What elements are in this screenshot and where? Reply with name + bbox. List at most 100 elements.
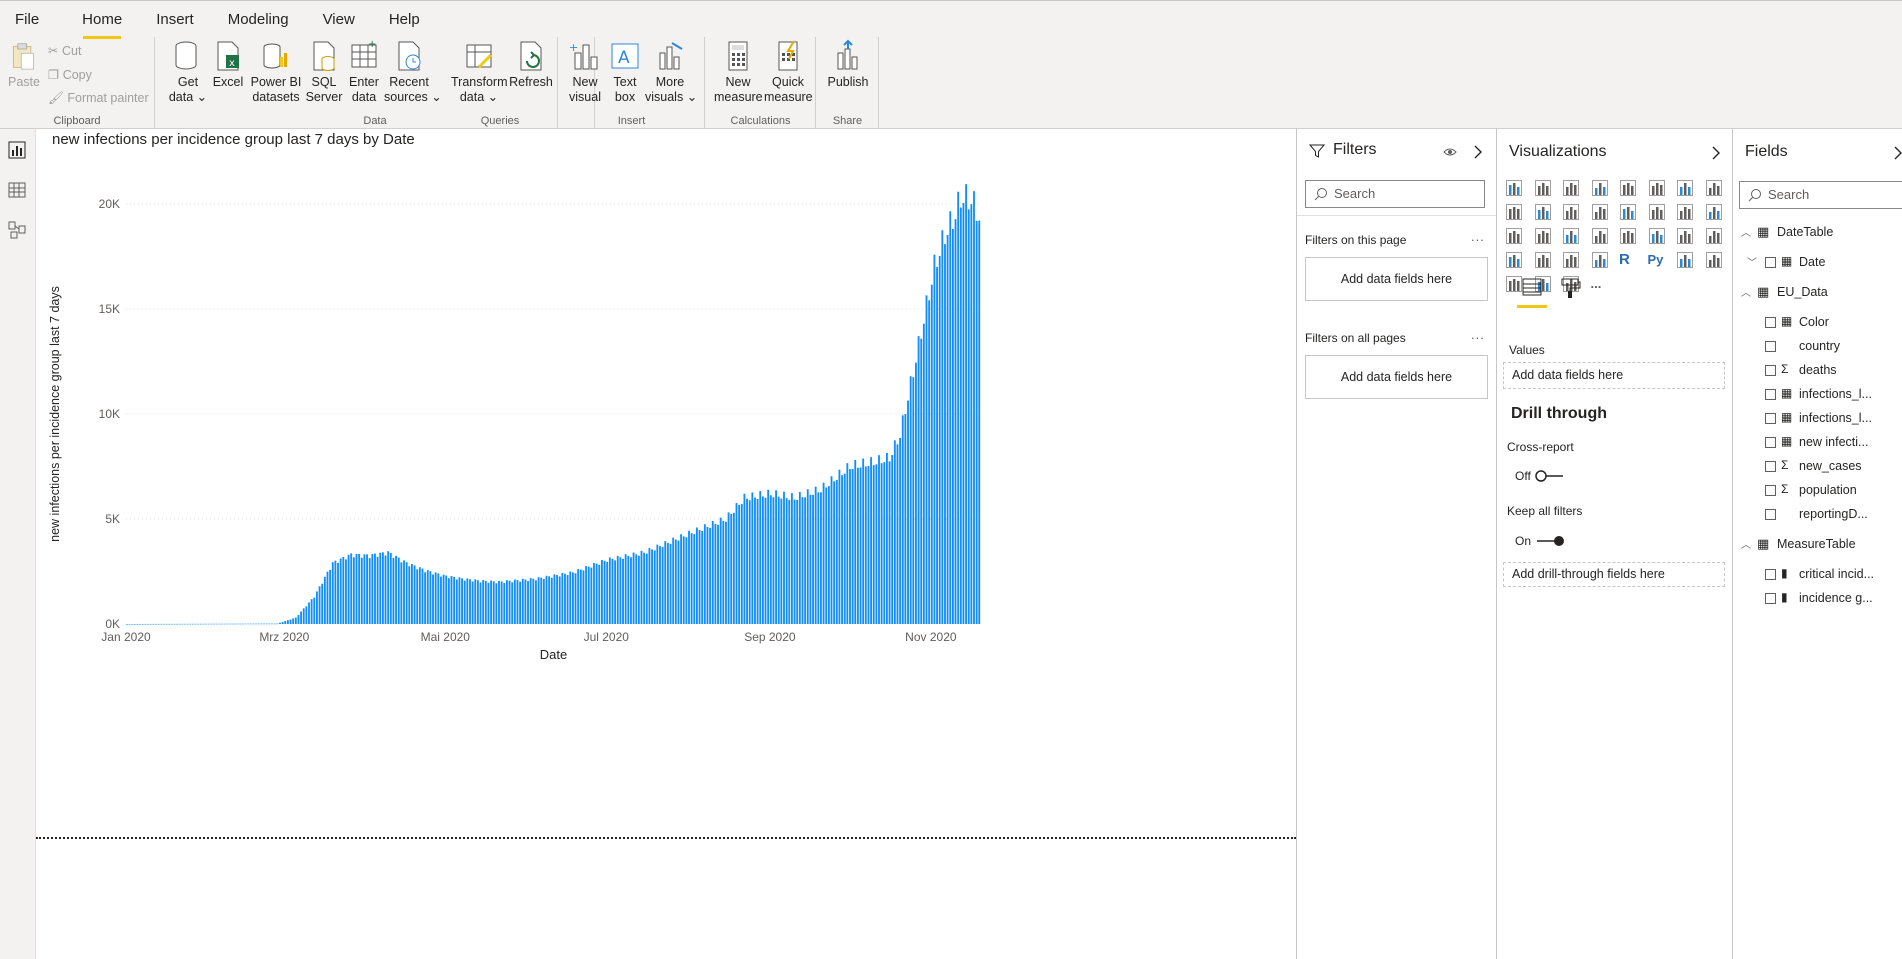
chart-bar[interactable] bbox=[553, 574, 556, 624]
python-visual-visual-icon[interactable]: Py bbox=[1648, 251, 1666, 269]
chart-bar[interactable] bbox=[495, 583, 498, 624]
chart-bar[interactable] bbox=[759, 491, 762, 624]
chart-bar[interactable] bbox=[738, 505, 741, 624]
key-influencers-visual-icon[interactable] bbox=[1676, 251, 1694, 269]
chart-bar[interactable] bbox=[624, 554, 627, 624]
chart-bar[interactable] bbox=[255, 623, 258, 625]
chart-bar[interactable] bbox=[133, 623, 136, 625]
chart-bar[interactable] bbox=[147, 623, 149, 625]
chart-bar[interactable] bbox=[136, 623, 139, 625]
chart-bar[interactable] bbox=[223, 623, 226, 625]
chart-bar[interactable] bbox=[157, 623, 160, 625]
collapse-visualizations-chevron-icon[interactable] bbox=[1711, 146, 1721, 160]
chart-bar[interactable] bbox=[835, 479, 838, 624]
chart-bar[interactable] bbox=[959, 207, 962, 624]
chart-bar[interactable] bbox=[849, 469, 851, 624]
chart-bar[interactable] bbox=[912, 377, 915, 624]
chart-bar[interactable] bbox=[308, 602, 310, 624]
chart-bar[interactable] bbox=[973, 191, 975, 624]
chart-bar[interactable] bbox=[608, 557, 611, 624]
chart-bar[interactable] bbox=[178, 623, 181, 625]
decomposition-tree-visual-icon[interactable] bbox=[1705, 251, 1723, 269]
chart-bar[interactable] bbox=[627, 555, 630, 624]
chart-bar[interactable] bbox=[920, 338, 923, 624]
field-checkbox[interactable] bbox=[1765, 257, 1776, 268]
chart-bar[interactable] bbox=[886, 453, 888, 624]
chart-bar[interactable] bbox=[358, 553, 361, 624]
slicer-visual-icon[interactable] bbox=[1534, 251, 1552, 269]
waterfall-visual-icon[interactable] bbox=[1619, 203, 1637, 221]
report-view-icon[interactable] bbox=[8, 141, 26, 159]
chart-bar[interactable] bbox=[598, 564, 601, 624]
chart-bar[interactable] bbox=[368, 558, 371, 624]
chart-bar[interactable] bbox=[484, 580, 487, 624]
chart-bar[interactable] bbox=[896, 444, 899, 624]
chart-bar[interactable] bbox=[416, 569, 419, 624]
chart-bar[interactable] bbox=[453, 576, 456, 624]
chart-bar[interactable] bbox=[669, 543, 672, 624]
chart-bar[interactable] bbox=[809, 494, 812, 624]
chart-bar[interactable] bbox=[682, 536, 685, 624]
chart-bar[interactable] bbox=[727, 512, 730, 624]
chart-bar[interactable] bbox=[872, 465, 875, 624]
chart-bar[interactable] bbox=[735, 503, 738, 624]
chart-bar[interactable] bbox=[862, 458, 865, 624]
chart-bar[interactable] bbox=[476, 580, 479, 624]
chart-bar[interactable] bbox=[194, 623, 197, 625]
table-visual-icon[interactable] bbox=[1562, 251, 1580, 269]
collapse-table-chevron-icon[interactable]: ︿ bbox=[1741, 536, 1751, 551]
chart-bar[interactable] bbox=[548, 576, 551, 624]
chart-bar[interactable] bbox=[387, 551, 390, 624]
chart-bar[interactable] bbox=[506, 580, 508, 624]
stacked-bar-visual-icon[interactable] bbox=[1505, 179, 1523, 197]
chart-bar[interactable] bbox=[722, 520, 725, 624]
chart-bar[interactable] bbox=[213, 623, 215, 625]
chart-bar[interactable] bbox=[170, 623, 173, 625]
chart-bar[interactable] bbox=[907, 400, 909, 624]
chart-bar[interactable] bbox=[730, 513, 733, 624]
chart-bar[interactable] bbox=[342, 557, 345, 624]
keep-all-filters-toggle[interactable] bbox=[1535, 535, 1565, 547]
line-column-visual-icon[interactable] bbox=[1534, 203, 1552, 221]
chart-bar[interactable] bbox=[516, 580, 519, 624]
filters-this-page-drop-well[interactable]: Add data fields here bbox=[1305, 257, 1488, 301]
chart-bar[interactable] bbox=[717, 524, 719, 624]
chart-bar[interactable] bbox=[796, 499, 799, 624]
chart-bar[interactable] bbox=[302, 608, 305, 624]
chart-bar[interactable] bbox=[376, 556, 379, 624]
chart-bar[interactable] bbox=[405, 562, 408, 624]
chart-bar[interactable] bbox=[696, 527, 698, 624]
chart-bar[interactable] bbox=[843, 473, 846, 624]
chart-bar[interactable] bbox=[191, 623, 194, 625]
chart-bar[interactable] bbox=[360, 557, 363, 624]
chart-bar[interactable] bbox=[688, 530, 690, 624]
chart-bar[interactable] bbox=[426, 570, 429, 624]
chart-bar[interactable] bbox=[614, 560, 617, 624]
chart-bar[interactable] bbox=[864, 466, 867, 625]
donut-visual-icon[interactable] bbox=[1505, 227, 1523, 245]
chart-bar[interactable] bbox=[645, 553, 648, 624]
chart-bar[interactable] bbox=[144, 623, 147, 625]
chart-bar[interactable] bbox=[693, 534, 696, 624]
chart-bar[interactable] bbox=[587, 566, 590, 624]
chart-bar[interactable] bbox=[215, 623, 218, 625]
expand-hierarchy-chevron-icon[interactable]: ﹀ bbox=[1747, 254, 1757, 269]
chart-bar[interactable] bbox=[487, 582, 490, 624]
chart-bar[interactable] bbox=[830, 476, 833, 624]
chart-bar[interactable] bbox=[746, 498, 748, 624]
chart-bar[interactable] bbox=[804, 497, 807, 624]
chart-bar[interactable] bbox=[593, 563, 595, 624]
chart-bar[interactable] bbox=[954, 219, 957, 624]
matrix-visual-icon[interactable] bbox=[1591, 251, 1609, 269]
chart-bar[interactable] bbox=[500, 581, 503, 624]
chart-bar[interactable] bbox=[384, 555, 387, 624]
chart-bar[interactable] bbox=[661, 547, 664, 624]
chart-bar[interactable] bbox=[640, 550, 643, 624]
chart-bar[interactable] bbox=[709, 527, 712, 624]
model-view-icon[interactable] bbox=[8, 221, 26, 239]
chart-bar[interactable] bbox=[893, 440, 896, 624]
chart-bar[interactable] bbox=[579, 569, 582, 624]
chart-bar[interactable] bbox=[603, 560, 606, 624]
chart-bar[interactable] bbox=[455, 579, 458, 624]
chart-bar[interactable] bbox=[711, 520, 714, 624]
